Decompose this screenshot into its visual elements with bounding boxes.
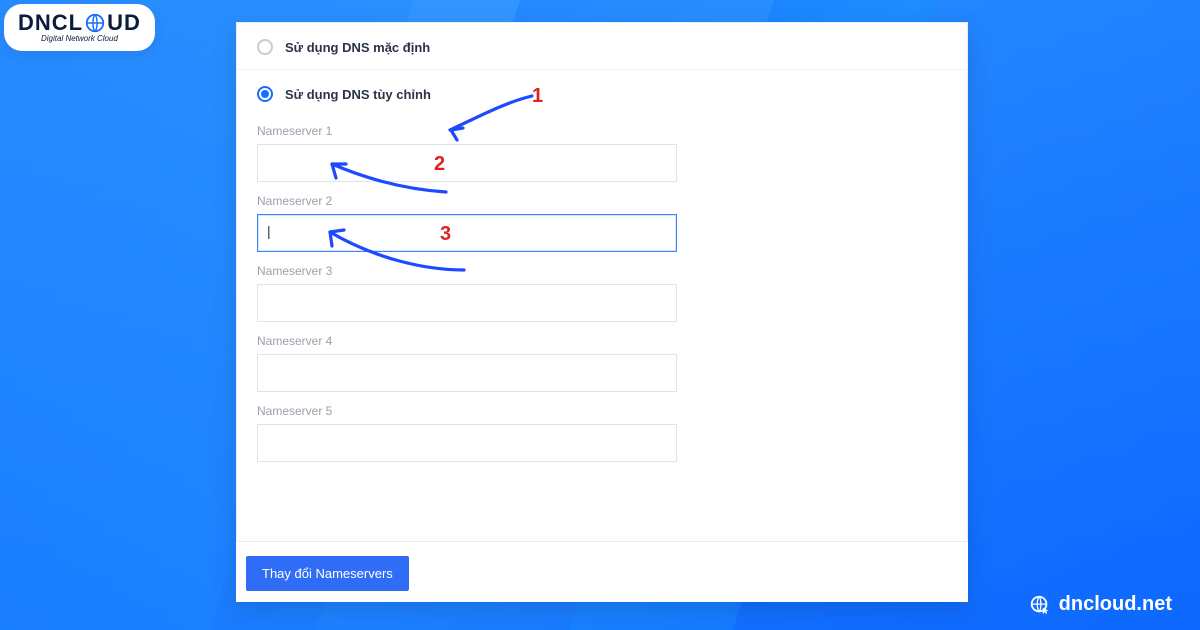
dns-panel: Sử dụng DNS mặc định Sử dụng DNS tùy chỉ…	[236, 22, 968, 602]
stage: DNCL UD Digital Network Cloud Sử dụng DN…	[0, 0, 1200, 630]
nameserver-field-4: Nameserver 4	[257, 334, 947, 392]
nameserver-label: Nameserver 3	[257, 264, 947, 278]
nameserver-input-1[interactable]	[257, 144, 677, 182]
nameserver-input-3[interactable]	[257, 284, 677, 322]
dns-card: Sử dụng DNS mặc định Sử dụng DNS tùy chỉ…	[236, 22, 968, 542]
brand-name-left: DNCL	[18, 10, 83, 36]
nameserver-input-5[interactable]	[257, 424, 677, 462]
radio-checked-icon[interactable]	[257, 86, 273, 102]
globe-icon	[84, 12, 106, 34]
nameserver-label: Nameserver 4	[257, 334, 947, 348]
text-caret-icon: |	[267, 223, 271, 239]
brand-badge: DNCL UD Digital Network Cloud	[4, 4, 155, 51]
nameserver-input-2[interactable]	[257, 214, 677, 252]
nameserver-field-5: Nameserver 5	[257, 404, 947, 462]
nameserver-label: Nameserver 1	[257, 124, 947, 138]
footer-site-link[interactable]: dncloud.net	[1029, 593, 1172, 616]
brand-name-right: UD	[107, 10, 141, 36]
brand-tagline: Digital Network Cloud	[41, 34, 118, 43]
brand-wordmark: DNCL UD	[18, 10, 141, 36]
footer-site-text: dncloud.net	[1059, 593, 1172, 616]
dns-option-custom-row[interactable]: Sử dụng DNS tùy chỉnh	[237, 70, 967, 110]
nameserver-input-4[interactable]	[257, 354, 677, 392]
dns-option-default-label: Sử dụng DNS mặc định	[285, 40, 430, 55]
nameserver-fields: Nameserver 1 Nameserver 2 | Nameserver 3…	[237, 110, 967, 478]
dns-option-custom-label: Sử dụng DNS tùy chỉnh	[285, 87, 431, 102]
dns-option-default-row[interactable]: Sử dụng DNS mặc định	[237, 23, 967, 70]
radio-unchecked-icon[interactable]	[257, 39, 273, 55]
nameserver-label: Nameserver 2	[257, 194, 947, 208]
globe-cursor-icon	[1029, 594, 1051, 616]
nameserver-field-2: Nameserver 2 |	[257, 194, 947, 252]
nameserver-label: Nameserver 5	[257, 404, 947, 418]
nameserver-field-1: Nameserver 1	[257, 124, 947, 182]
submit-nameservers-button[interactable]: Thay đổi Nameservers	[246, 556, 409, 591]
nameserver-field-3: Nameserver 3	[257, 264, 947, 322]
